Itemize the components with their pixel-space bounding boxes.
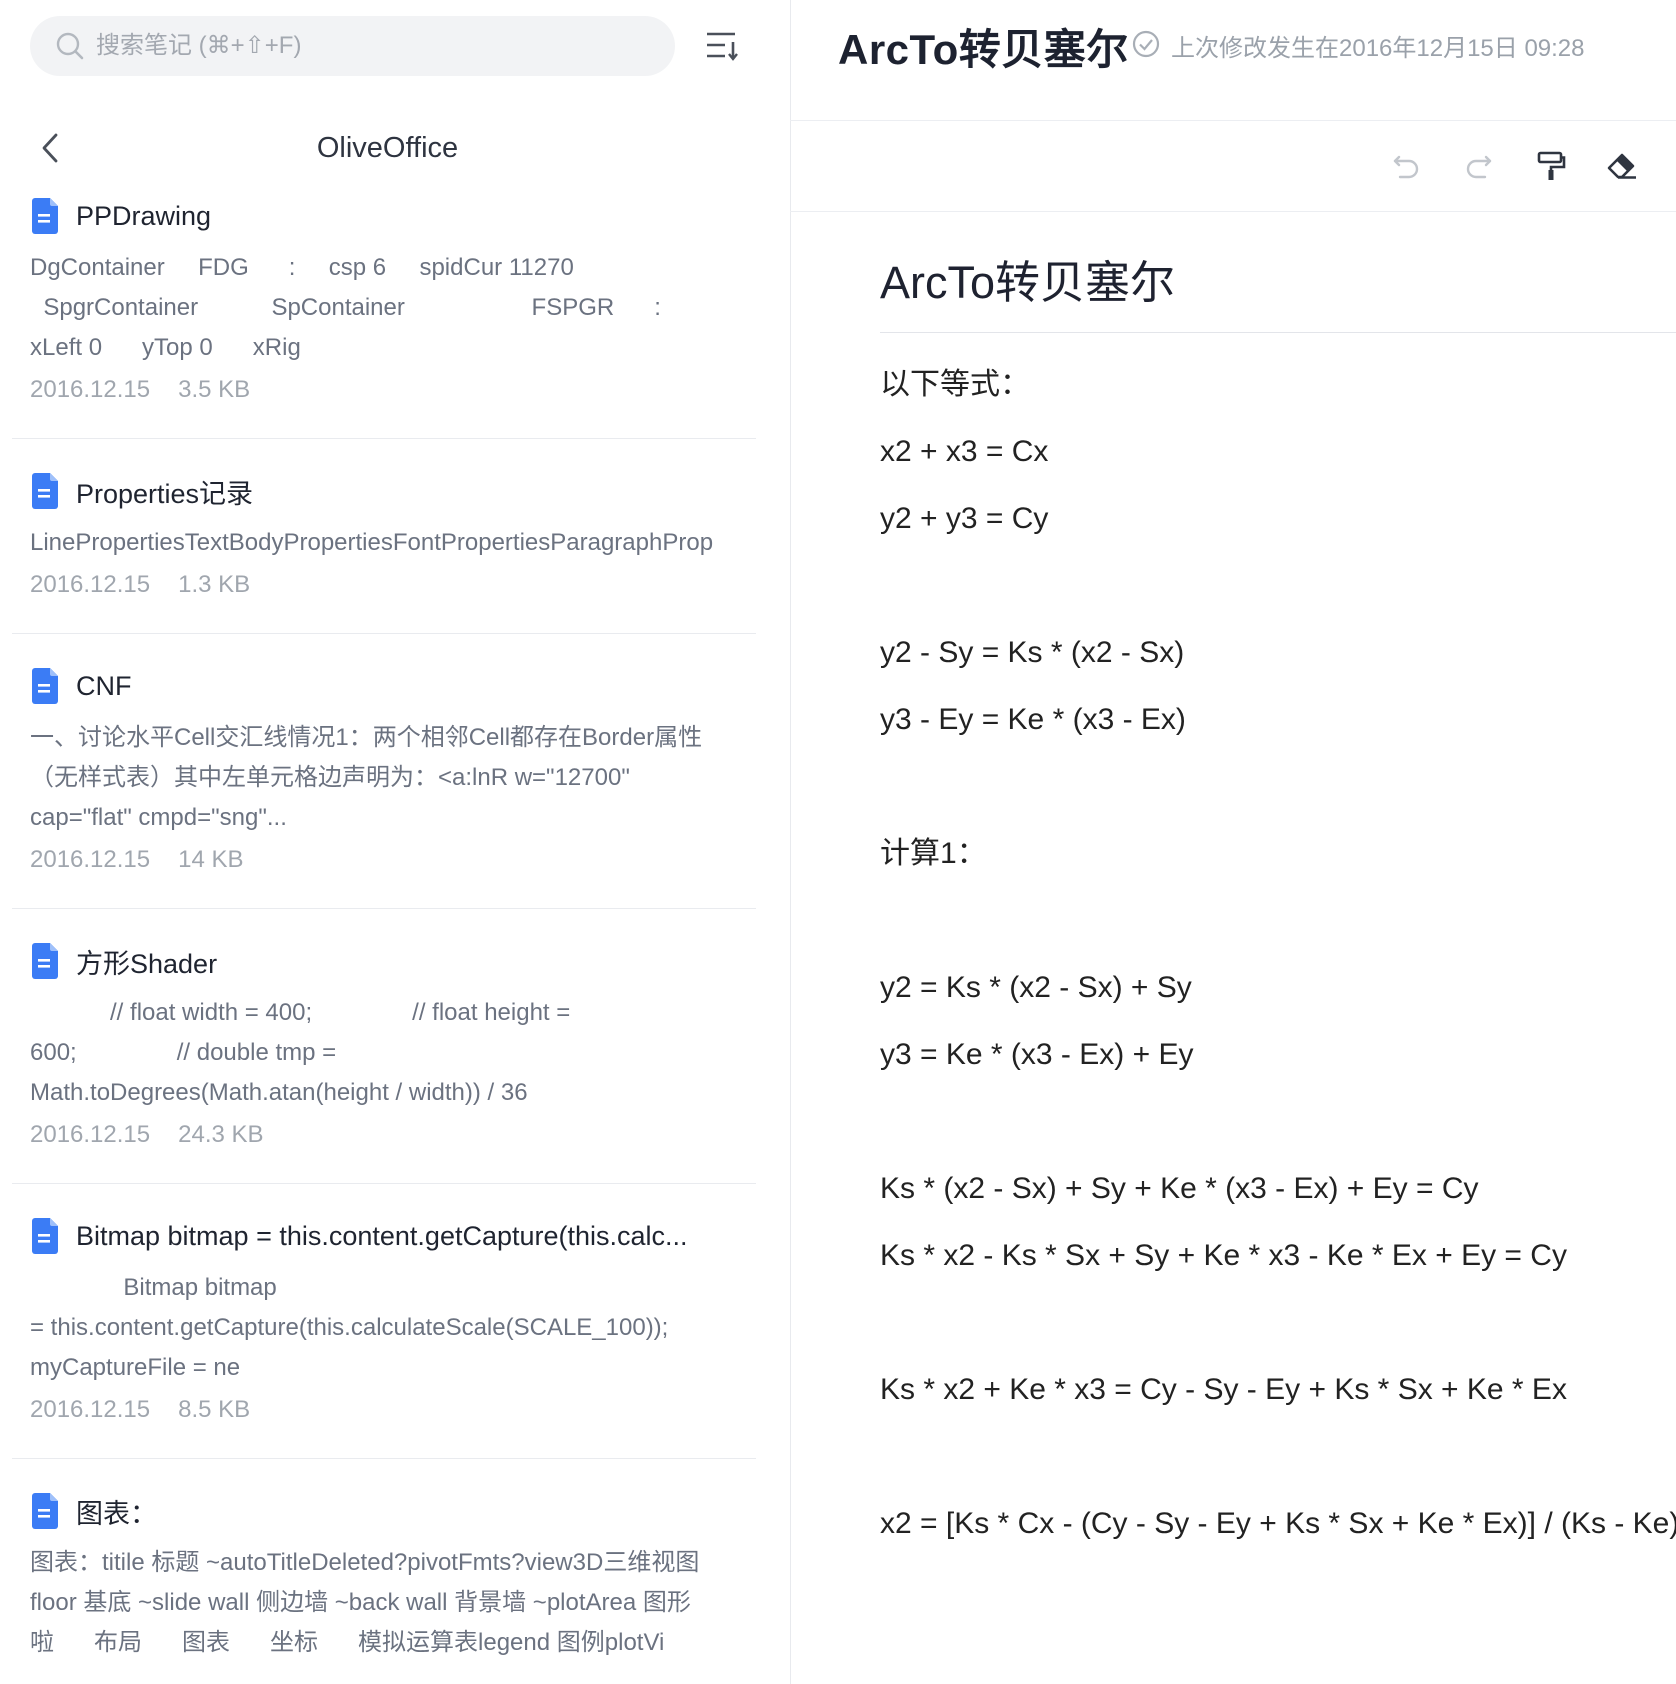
blank-line[interactable] bbox=[880, 552, 1676, 619]
note-meta: 2016.12.15 1.3 KB bbox=[30, 571, 738, 633]
note-size: 24.3 KB bbox=[178, 1121, 264, 1148]
document-line[interactable]: 以下等式： bbox=[880, 351, 1676, 418]
redo-icon[interactable] bbox=[1461, 149, 1495, 183]
note-date: 2016.12.15 bbox=[30, 571, 151, 598]
note-editor-panel: ArcTo转贝塞尔 上次修改发生在2016年12月15日 09:28 ArcTo… bbox=[790, 0, 1676, 1684]
saved-check-icon bbox=[1132, 30, 1160, 58]
search-icon bbox=[56, 32, 84, 60]
note-header: Bitmap bitmap = this.content.getCapture(… bbox=[30, 1210, 738, 1262]
document-icon bbox=[32, 1218, 58, 1254]
note-title: 方形Shader bbox=[76, 948, 218, 979]
note-date: 2016.12.15 bbox=[30, 1396, 151, 1423]
note-list-item[interactable]: PPDrawing DgContainer FDG : csp 6 spidCu… bbox=[12, 190, 756, 439]
document-icon bbox=[32, 943, 58, 979]
blank-line[interactable] bbox=[880, 1088, 1676, 1155]
note-date: 2016.12.15 bbox=[30, 376, 151, 403]
note-meta: 2016.12.15 14 KB bbox=[30, 846, 738, 908]
note-preview: DgContainer FDG : csp 6 spidCur 11270 Sp… bbox=[30, 254, 661, 361]
note-title: Properties记录 bbox=[76, 478, 254, 509]
folder-nav: OliveOffice bbox=[0, 118, 790, 178]
document-line[interactable]: Ks * x2 + Ke * x3 = Cy - Sy - Ey + Ks * … bbox=[880, 1356, 1676, 1423]
search-input[interactable] bbox=[94, 31, 638, 61]
undo-icon[interactable] bbox=[1390, 149, 1424, 183]
note-list-item[interactable]: Properties记录 LinePropertiesTextBodyPrope… bbox=[12, 439, 756, 634]
document-title[interactable]: ArcTo转贝塞尔 bbox=[880, 250, 1676, 316]
note-header: Properties记录 bbox=[30, 465, 738, 517]
document-line[interactable]: x2 = [Ks * Cx - (Cy - Sy - Ey + Ks * Sx … bbox=[880, 1490, 1676, 1557]
last-modified-text: 上次修改发生在2016年12月15日 09:28 bbox=[1171, 35, 1585, 62]
document-body[interactable]: ArcTo转贝塞尔 以下等式： x2 + x3 = Cx y2 + y3 = Cy y… bbox=[880, 212, 1676, 1557]
note-meta: 2016.12.15 8.5 KB bbox=[30, 1396, 738, 1458]
sort-list-icon[interactable] bbox=[705, 30, 739, 62]
document-line[interactable]: y2 = Ks * (x2 - Sx) + Sy bbox=[880, 954, 1676, 1021]
document-content[interactable]: 以下等式： x2 + x3 = Cx y2 + y3 = Cy y2 - Sy = K… bbox=[880, 351, 1676, 1557]
blank-line[interactable] bbox=[880, 887, 1676, 954]
note-meta: 2016.12.15 24.3 KB bbox=[30, 1121, 738, 1183]
document-line[interactable]: y2 - Sy = Ks * (x2 - Sx) bbox=[880, 619, 1676, 686]
note-size: 1.3 KB bbox=[178, 571, 251, 598]
note-header: 方形Shader bbox=[30, 935, 738, 987]
document-line[interactable]: x2 + x3 = Cx bbox=[880, 418, 1676, 485]
note-date: 2016.12.15 bbox=[30, 1121, 151, 1148]
editor-toolbar bbox=[790, 121, 1676, 212]
note-header: PPDrawing bbox=[30, 190, 738, 242]
note-meta: 2016.12.15 3.5 KB bbox=[30, 376, 738, 438]
document-line[interactable]: y2 + y3 = Cy bbox=[880, 485, 1676, 552]
document-line[interactable]: Ks * x2 - Ks * Sx + Sy + Ke * x3 - Ke * … bbox=[880, 1222, 1676, 1289]
note-title: 图表： bbox=[76, 1498, 157, 1529]
note-header: CNF bbox=[30, 660, 738, 712]
note-size: 8.5 KB bbox=[178, 1396, 251, 1423]
note-list: PPDrawing DgContainer FDG : csp 6 spidCu… bbox=[12, 190, 756, 1684]
note-preview: Bitmap bitmap = this.content.getCapture(… bbox=[30, 1274, 669, 1381]
note-preview: 一、讨论水平Cell交汇线情况1：两个相邻Cell都存在Border属性 （无样… bbox=[30, 724, 703, 831]
document-line[interactable]: y3 = Ke * (x3 - Ex) + Ey bbox=[880, 1021, 1676, 1088]
note-preview: // float width = 400; // float height = … bbox=[30, 999, 571, 1106]
document-header: ArcTo转贝塞尔 上次修改发生在2016年12月15日 09:28 bbox=[790, 0, 1676, 121]
document-header-title[interactable]: ArcTo转贝塞尔 bbox=[838, 16, 1129, 77]
document-icon bbox=[32, 198, 58, 234]
search-bar[interactable] bbox=[30, 16, 675, 76]
note-size: 3.5 KB bbox=[178, 376, 251, 403]
note-header: 图表： bbox=[30, 1485, 738, 1537]
folder-title: OliveOffice bbox=[316, 132, 459, 164]
document-icon bbox=[32, 668, 58, 704]
blank-line[interactable] bbox=[880, 753, 1676, 820]
note-date: 2016.12.15 bbox=[30, 846, 151, 873]
note-meta bbox=[30, 1671, 738, 1684]
note-size: 14 KB bbox=[178, 846, 244, 873]
title-divider bbox=[880, 332, 1676, 333]
document-line[interactable]: Ks * (x2 - Sx) + Sy + Ke * (x3 - Ex) + E… bbox=[880, 1155, 1676, 1222]
notes-sidebar: OliveOffice PPDrawing DgContainer FDG : … bbox=[0, 0, 791, 1684]
note-list-item[interactable]: 图表： 图表：titile 标题 ~autoTitleDeleted?pivot… bbox=[12, 1459, 756, 1684]
note-title: PPDrawing bbox=[76, 200, 212, 231]
blank-line[interactable] bbox=[880, 1423, 1676, 1490]
note-list-item[interactable]: CNF 一、讨论水平Cell交汇线情况1：两个相邻Cell都存在Border属性… bbox=[12, 634, 756, 909]
document-icon bbox=[32, 1493, 58, 1529]
note-list-item[interactable]: 方形Shader // float width = 400; // float … bbox=[12, 909, 756, 1184]
note-title: Bitmap bitmap = this.content.getCapture(… bbox=[76, 1220, 688, 1251]
note-title: CNF bbox=[76, 670, 132, 701]
eraser-icon[interactable] bbox=[1605, 149, 1639, 183]
format-painter-icon[interactable] bbox=[1534, 149, 1568, 183]
blank-line[interactable] bbox=[880, 1289, 1676, 1356]
document-icon bbox=[32, 473, 58, 509]
note-list-item[interactable]: Bitmap bitmap = this.content.getCapture(… bbox=[12, 1184, 756, 1459]
document-line[interactable]: 计算1： bbox=[880, 820, 1676, 887]
note-preview: LinePropertiesTextBodyPropertiesFontProp… bbox=[30, 529, 714, 556]
document-line[interactable]: y3 - Ey = Ke * (x3 - Ex) bbox=[880, 686, 1676, 753]
note-preview: 图表：titile 标题 ~autoTitleDeleted?pivotFmts… bbox=[30, 1549, 700, 1656]
